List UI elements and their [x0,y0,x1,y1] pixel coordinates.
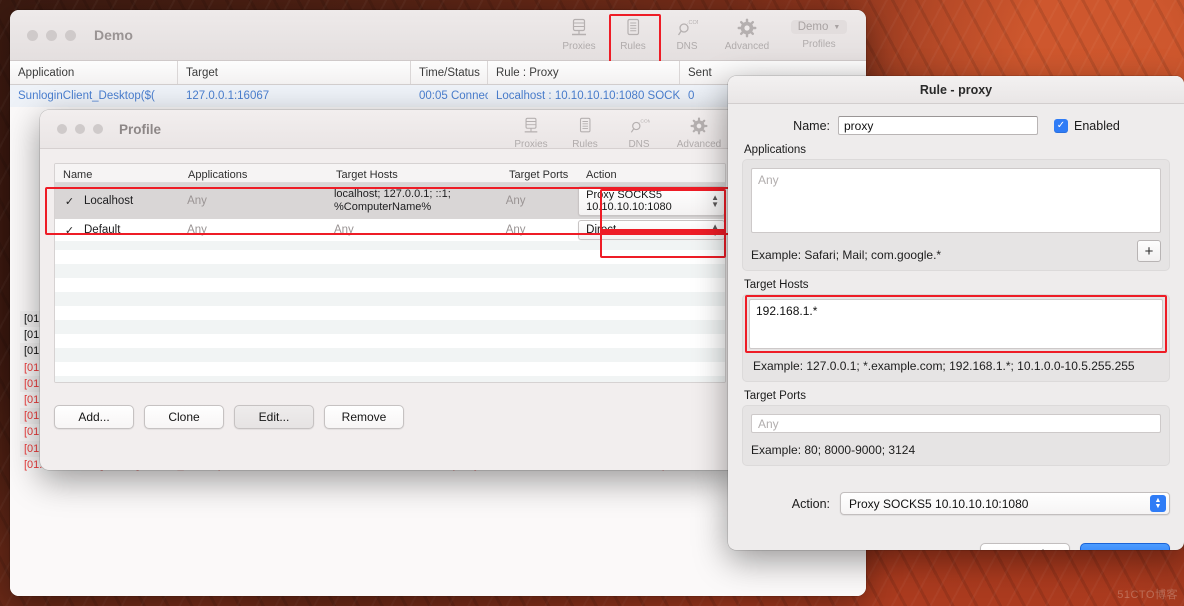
profile-action-buttons: Add... Clone Edit... Remove [54,405,726,429]
column-target-hosts[interactable]: Target Hosts [328,169,501,182]
rule-dialog-title: Rule - proxy [728,76,1184,104]
default-action-highlight [600,229,726,258]
target-ports-group: Any Example: 80; 8000-9000; 3124 [742,405,1170,466]
add-application-button[interactable]: + [1137,240,1161,262]
name-label: Name: [793,118,830,133]
target-hosts-group: 192.168.1.* Example: 127.0.0.1; *.exampl… [742,294,1170,382]
applications-input[interactable]: Any [751,168,1161,233]
target-hosts-label: Target Hosts [744,279,809,291]
column-application[interactable]: Application [10,61,178,84]
profile-window-titlebar: Profile Proxies Rules .COM DNS [40,110,740,150]
rule-dialog: Rule - proxy Name: proxy ✓ Enabled Appli… [728,76,1184,550]
save-button[interactable]: Save [1080,543,1170,550]
column-applications[interactable]: Applications [180,169,328,182]
toolbar-advanced-label: Advanced [724,41,770,52]
toolbar-advanced[interactable]: Advanced [714,14,780,52]
target-ports-label: Target Ports [744,390,806,402]
chevron-down-icon: ▼ [833,23,841,31]
toolbar-rules[interactable]: Rules [606,14,661,64]
target-ports-input[interactable]: Any [751,414,1161,433]
main-window-title: Demo [94,27,133,43]
enabled-label: Enabled [1074,118,1120,133]
rules-icon [576,115,594,137]
rules-icon [624,17,642,39]
target-hosts-input[interactable]: 192.168.1.* [749,299,1163,349]
dns-icon: .COM [676,17,698,39]
cell-time-status: 00:05 Connecting [419,90,488,102]
profile-toolbar: Proxies Rules .COM DNS Advanced [504,110,740,150]
column-target[interactable]: Target [178,61,411,84]
gear-icon [690,115,708,137]
column-target-ports[interactable]: Target Ports [501,169,578,182]
toolbar-proxies[interactable]: Proxies [552,14,606,52]
name-input[interactable]: proxy [838,116,1038,135]
main-window-titlebar: Demo Proxies Rules .COM DNS [10,10,866,64]
column-action[interactable]: Action [578,169,723,182]
profile-toolbar-dns[interactable]: .COM DNS [612,112,666,150]
minimize-button[interactable] [46,29,57,41]
svg-text:.COM: .COM [687,20,698,26]
column-rule-proxy[interactable]: Rule : Proxy [488,61,680,84]
proxies-icon [522,115,540,137]
svg-text:.COM: .COM [639,118,650,124]
clone-button[interactable]: Clone [144,405,224,429]
profile-window-controls[interactable] [57,124,103,134]
action-select[interactable]: Proxy SOCKS5 10.10.10.10:1080 ▲ ▼ [840,492,1170,515]
edit-button[interactable]: Edit... [234,405,314,429]
add-button[interactable]: Add... [54,405,134,429]
zoom-button[interactable] [65,29,76,41]
toolbar-profiles-label: Profiles [802,39,836,50]
target-ports-example: Example: 80; 8000-9000; 3124 [751,443,916,457]
profile-toolbar-advanced[interactable]: Advanced [666,112,732,150]
close-button[interactable] [27,29,38,41]
action-row: Action: Proxy SOCKS5 10.10.10.10:1080 ▲ ▼ [742,492,1170,515]
target-hosts-highlight: 192.168.1.* [745,295,1167,353]
toolbar-proxies-label: Proxies [562,41,596,52]
dialog-buttons: Cancel Save [742,543,1170,550]
chevron-updown-icon: ▲ ▼ [1150,495,1166,512]
minimize-button[interactable] [75,124,85,134]
action-select-value: Proxy SOCKS5 10.10.10.10:1080 [849,496,1029,511]
applications-label: Applications [744,144,807,156]
toolbar-profiles[interactable]: Demo ▼ Profiles [780,14,858,50]
profiles-value: Demo [797,21,829,33]
toolbar-dns-label: DNS [676,41,698,52]
rule-dialog-body: Name: proxy ✓ Enabled Applications Any E… [728,104,1184,550]
main-toolbar: Proxies Rules .COM DNS Advanced [552,10,866,64]
zoom-button[interactable] [93,124,103,134]
column-time-status[interactable]: Time/Status [411,61,488,84]
cell-target: 127.0.0.1:16067 [186,90,270,102]
toolbar-dns[interactable]: .COM DNS [660,14,714,52]
applications-group: Any Example: Safari; Mail; com.google.* … [742,159,1170,271]
toolbar-rules-label: Rules [620,41,646,52]
proxies-icon [570,17,588,39]
cell-rule-proxy: Localhost : 10.10.10.10:1080 SOCKS5 [496,90,680,102]
profile-window: Profile Proxies Rules .COM DNS [40,110,740,470]
rules-table-header: Name Applications Target Hosts Target Po… [55,164,725,183]
remove-button[interactable]: Remove [324,405,404,429]
applications-example: Example: Safari; Mail; com.google.* [751,248,942,262]
watermark: 51CTO博客 [1117,589,1178,601]
target-hosts-example: Example: 127.0.0.1; *.example.com; 192.1… [753,359,1135,373]
profile-toolbar-rules[interactable]: Rules [558,112,612,150]
enabled-checkbox-group[interactable]: ✓ Enabled [1054,118,1120,133]
cell-application: SunloginClient_Desktop($( [18,90,155,102]
name-row: Name: proxy ✓ Enabled [742,116,1170,135]
rule-action-highlight [600,189,726,233]
enabled-checkbox[interactable]: ✓ [1054,118,1068,133]
action-label: Action: [791,496,830,511]
profile-window-title: Profile [119,121,162,137]
profile-toolbar-proxies[interactable]: Proxies [504,112,558,150]
window-controls[interactable] [27,29,76,41]
cancel-button[interactable]: Cancel [980,543,1070,550]
dns-icon: .COM [628,115,650,137]
close-button[interactable] [57,124,67,134]
column-name[interactable]: Name [55,169,180,182]
gear-icon [737,17,757,39]
